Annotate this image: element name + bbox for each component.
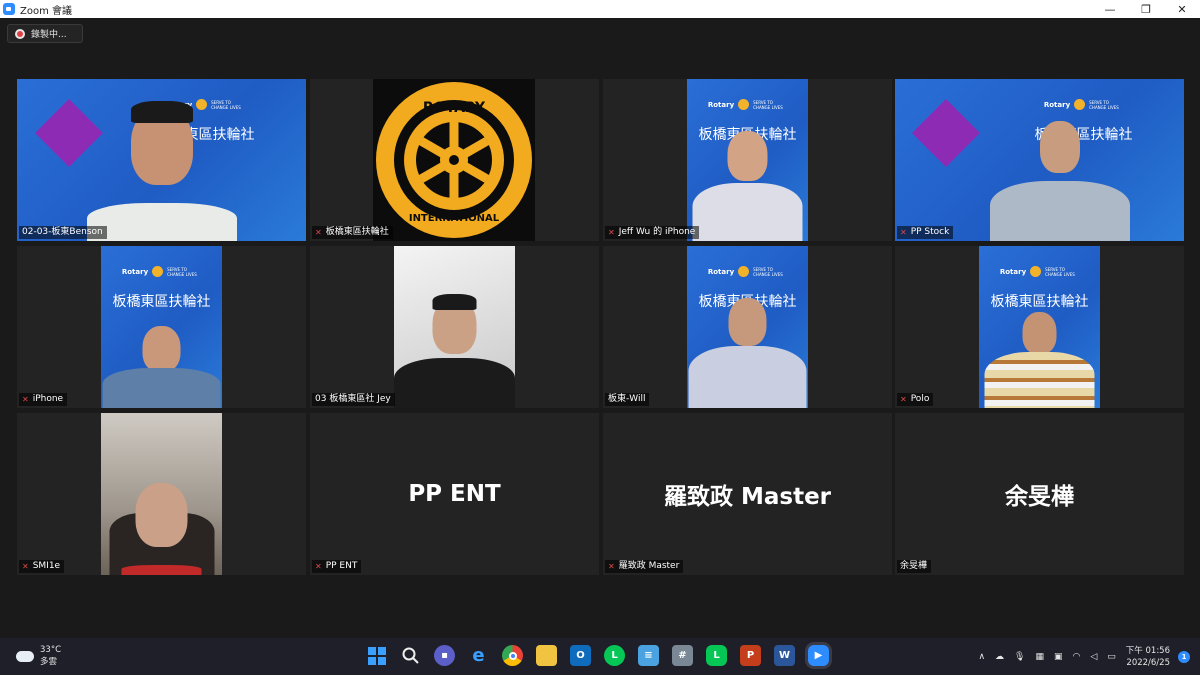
system-tray: ∧ ☁ 🎙 ▦ ▣ ◠ ◁ ▭ 下午 01:56 2022/6/25 1 — [978, 638, 1200, 675]
participant-tile-ppent[interactable]: PP ENT ✕ PP ENT — [310, 413, 599, 575]
mic-muted-icon: ✕ — [900, 228, 907, 237]
svg-text:ROTARY: ROTARY — [423, 100, 486, 116]
clock[interactable]: 下午 01:56 2022/6/25 — [1126, 645, 1170, 669]
battery-icon[interactable]: ▭ — [1107, 652, 1116, 662]
microphone-icon[interactable]: 🎙 — [1014, 652, 1025, 662]
participant-video: RotarySERVE TO CHANGE LIVES 板橋東區扶輪社 — [101, 246, 222, 408]
participant-video: Rotary SERVE TO CHANGE LIVES 板橋東區扶輪社 — [17, 79, 306, 241]
notification-badge[interactable]: 1 — [1178, 650, 1190, 663]
participant-video: RotarySERVE TO CHANGE LIVES 板橋東區扶輪社 — [687, 79, 808, 241]
recording-label: 錄製中... — [31, 30, 67, 40]
participant-name-label: ✕ PP ENT — [312, 560, 362, 573]
mic-muted-icon: ✕ — [608, 562, 615, 571]
participant-video: RotarySERVE TO CHANGE LIVES 板橋東區扶輪社 — [895, 79, 1184, 241]
title-bar: Zoom 會議 — ❐ ✕ — [0, 0, 1200, 18]
close-button[interactable]: ✕ — [1164, 0, 1200, 18]
taskbar: 33°C 多雲 ▪ e O L ≡ # L P W ▶ ∧ ☁ 🎙 ▦ ▣ ◠ … — [0, 638, 1200, 675]
participant-name-label: ✕ Polo — [897, 393, 934, 406]
meeting-area: 錄製中... Rotary SERVE TO CHANGE LIVES 板橋東區… — [0, 18, 1200, 638]
participant-tile-yu[interactable]: 余旻樺 余旻樺 — [895, 413, 1184, 575]
zoom-app-icon — [3, 3, 15, 15]
search-icon[interactable] — [400, 645, 421, 666]
window-title: Zoom 會議 — [20, 5, 73, 17]
calculator-icon[interactable]: # — [672, 645, 693, 666]
mic-muted-icon: ✕ — [22, 395, 29, 404]
restore-button[interactable]: ❐ — [1128, 0, 1164, 18]
participant-tile-master[interactable]: 羅致政 Master ✕ 羅致政 Master — [603, 413, 892, 575]
participant-video — [394, 246, 515, 408]
participant-name-label: ✕ 羅致政 Master — [605, 560, 684, 573]
participant-name-label: 03 板橋東區社 Jey — [312, 393, 395, 406]
participant-tile-will[interactable]: RotarySERVE TO CHANGE LIVES 板橋東區扶輪社 板東-W… — [603, 246, 892, 408]
onedrive-icon[interactable]: ☁ — [995, 652, 1004, 662]
participant-tile-iphone[interactable]: Rotary SERVE TO CHANGE LIVES 板橋東區扶輪社 ✕ iPh… — [17, 246, 306, 408]
input-method-icon[interactable]: ▦ — [1035, 652, 1044, 662]
participant-person — [86, 79, 237, 241]
weather-condition: 多雲 — [40, 657, 58, 667]
participant-placeholder-name: PP ENT — [408, 481, 501, 507]
notepad-icon[interactable]: ≡ — [638, 645, 659, 666]
mic-muted-icon: ✕ — [315, 228, 322, 237]
cloud-icon — [16, 650, 34, 662]
teams-chat-icon[interactable]: ▪ — [434, 645, 455, 666]
file-explorer-icon[interactable] — [536, 645, 557, 666]
participant-name-label: ✕ PP Stock — [897, 226, 954, 239]
participant-name-label: 02-03-板東Benson — [19, 226, 107, 239]
mic-muted-icon: ✕ — [315, 562, 322, 571]
participant-person — [101, 413, 222, 575]
clock-date: 2022/6/25 — [1126, 657, 1170, 668]
record-icon — [15, 28, 25, 39]
participant-person — [687, 79, 808, 241]
participant-person — [101, 246, 222, 408]
line-icon[interactable]: L — [604, 645, 625, 666]
participant-tile-jey[interactable]: 03 板橋東區社 Jey — [310, 246, 599, 408]
ie-browser-icon[interactable]: e — [468, 645, 489, 666]
weather-widget[interactable]: 33°C 多雲 — [16, 644, 61, 668]
participant-name-label: ✕ 板橋東區扶輪社 — [312, 226, 393, 239]
participant-person — [394, 246, 515, 408]
temperature: 33°C — [40, 645, 62, 655]
svg-text:INTERNATIONAL: INTERNATIONAL — [409, 213, 500, 224]
participant-name-label: 余旻樺 — [897, 560, 932, 573]
participant-video — [101, 413, 222, 575]
participant-name-label: 板東-Will — [605, 393, 650, 406]
rotary-international-icon: ROTARY INTERNATIONAL — [376, 82, 532, 238]
powerpoint-icon[interactable]: P — [740, 645, 761, 666]
participant-name-label: ✕ Jeff Wu 的 iPhone — [605, 226, 700, 239]
word-icon[interactable]: W — [774, 645, 795, 666]
participant-tile-stock[interactable]: Rotary SERVE TO CHANGE LIVES 板橋東區扶輪社 ✕ PP … — [895, 79, 1184, 241]
participant-placeholder-name: 余旻樺 — [1005, 484, 1074, 510]
participant-person — [979, 246, 1100, 408]
mic-muted-icon: ✕ — [22, 562, 29, 571]
recording-indicator[interactable]: 錄製中... — [7, 24, 83, 43]
wifi-icon[interactable]: ◠ — [1073, 652, 1081, 662]
zoom-taskbar-icon[interactable]: ▶ — [808, 645, 829, 666]
participant-name-label: ✕ iPhone — [19, 393, 68, 406]
participant-tile-smile[interactable]: ✕ SMI1e — [17, 413, 306, 575]
volume-icon[interactable]: ◁ — [1090, 652, 1097, 662]
keyboard-icon[interactable]: ▣ — [1054, 652, 1063, 662]
participant-tile-benson[interactable]: Rotary SERVE TO CHANGE LIVES 板橋東區扶輪社 02-… — [17, 79, 306, 241]
participant-tile-jeff[interactable]: RotarySERVE TO CHANGE LIVES 板橋東區扶輪社 ✕Jef… — [603, 79, 892, 241]
minimize-button[interactable]: — — [1092, 0, 1128, 18]
participant-person — [990, 79, 1130, 241]
mic-muted-icon: ✕ — [608, 228, 615, 237]
line-app-icon[interactable]: L — [706, 645, 727, 666]
rotary-logo: ROTARY INTERNATIONAL — [373, 79, 535, 241]
chevron-up-icon[interactable]: ∧ — [978, 652, 985, 662]
participant-tile-polo[interactable]: Rotary SERVE TO CHANGE LIVES 板橋東區扶輪社 ✕ Pol… — [895, 246, 1184, 408]
participant-placeholder-name: 羅致政 Master — [663, 484, 832, 510]
participant-video: RotarySERVE TO CHANGE LIVES 板橋東區扶輪社 — [687, 246, 808, 408]
participant-person — [687, 246, 808, 408]
start-icon[interactable] — [366, 645, 387, 666]
outlook-icon[interactable]: O — [570, 645, 591, 666]
participant-video: RotarySERVE TO CHANGE LIVES 板橋東區扶輪社 — [979, 246, 1100, 408]
chrome-icon[interactable] — [502, 645, 523, 666]
clock-time: 下午 01:56 — [1125, 645, 1170, 656]
participant-tile-club[interactable]: ROTARY INTERNATIONAL ✕ 板橋東區扶輪社 — [310, 79, 599, 241]
participant-name-label: ✕ SMI1e — [19, 560, 65, 573]
mic-muted-icon: ✕ — [900, 395, 907, 404]
